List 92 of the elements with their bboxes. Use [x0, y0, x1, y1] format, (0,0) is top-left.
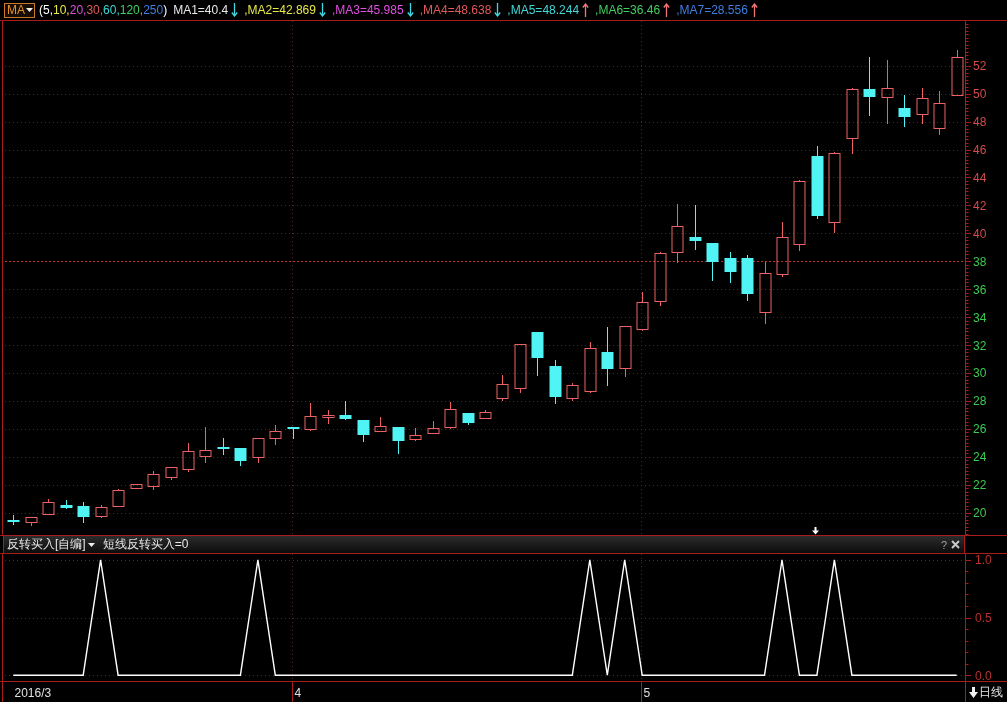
- ma-selector[interactable]: MA: [4, 2, 35, 18]
- candle: [374, 416, 387, 432]
- candle: [7, 514, 20, 526]
- candle: [741, 254, 754, 302]
- candle: [95, 504, 108, 519]
- candle: [112, 488, 125, 507]
- down-arrow-icon: [969, 686, 978, 698]
- candle: [427, 420, 440, 434]
- candle: [462, 412, 475, 426]
- axis-label: 52: [973, 59, 987, 74]
- candle: [846, 87, 859, 155]
- ma-value: ,MA5=48.244: [507, 3, 580, 17]
- candle: [147, 470, 160, 491]
- candle: [234, 447, 247, 467]
- date-label: 5: [643, 685, 651, 700]
- ma-value: ,MA4=48.638: [419, 3, 492, 17]
- candle: [881, 59, 894, 125]
- axis-label: 32: [973, 338, 987, 353]
- candle: [77, 501, 90, 524]
- candle: [60, 499, 73, 510]
- candle: [304, 402, 317, 432]
- candle: [933, 90, 946, 136]
- candle: [654, 251, 667, 307]
- axis-label: 48: [973, 115, 987, 130]
- date-label: 4: [294, 685, 302, 700]
- help-button[interactable]: ?: [940, 538, 947, 551]
- axis-label: 22: [973, 478, 987, 493]
- candle: [951, 49, 964, 96]
- ma-value: ,MA3=45.985: [331, 3, 404, 17]
- candle: [706, 242, 719, 282]
- axis-label: 50: [973, 87, 987, 102]
- candle: [724, 251, 737, 284]
- candle: [636, 291, 649, 332]
- axis-label: 44: [973, 170, 987, 185]
- candle: [322, 409, 335, 425]
- candle: [916, 87, 929, 125]
- candle: [863, 56, 876, 117]
- candle: [357, 419, 370, 443]
- down-arrow-icon: [812, 526, 819, 535]
- axis-label: 28: [973, 394, 987, 409]
- candle: [671, 203, 684, 264]
- candle: [392, 426, 405, 455]
- ma-value: MA1=40.4: [173, 3, 229, 17]
- candle: [601, 326, 614, 387]
- candle: [759, 261, 772, 325]
- candle: [165, 467, 178, 481]
- ma-value: ,MA7=28.556: [676, 3, 748, 17]
- candle: [252, 438, 265, 464]
- candle: [25, 517, 38, 527]
- candle: [619, 326, 632, 378]
- indicator-selector[interactable]: 反转买入[自编]: [7, 537, 95, 552]
- caret-icon: [87, 542, 95, 547]
- indicator-reading: 短线反转买入=0: [102, 536, 189, 553]
- candle: [549, 359, 562, 405]
- axis-label: 36: [973, 282, 987, 297]
- ma-periods: (5,10,20,30,60,120,250): [39, 3, 168, 17]
- axis-label: 20: [973, 506, 987, 521]
- axis-label: 0.0: [975, 668, 992, 681]
- candle: [479, 409, 492, 419]
- caret-icon: [26, 8, 33, 12]
- candle: [409, 427, 422, 442]
- close-icon[interactable]: [951, 540, 960, 549]
- candle: [566, 382, 579, 402]
- candle: [444, 401, 457, 430]
- candle: [269, 424, 282, 446]
- axis-label: 0.5: [975, 611, 992, 625]
- candle: [898, 94, 911, 128]
- axis-label: 38: [973, 254, 987, 269]
- candle: [199, 426, 212, 464]
- candle: [776, 221, 789, 278]
- candle: [496, 374, 509, 402]
- axis-label: 30: [973, 366, 987, 381]
- candle: [514, 344, 527, 394]
- ma-value: ,MA6=36.46: [595, 3, 661, 17]
- axis-label: 46: [973, 143, 987, 157]
- ma-value: ,MA2=42.869: [244, 3, 316, 17]
- candle: [217, 437, 230, 456]
- candle: [339, 400, 352, 421]
- candle: [584, 341, 597, 394]
- candle: [531, 331, 544, 377]
- candle: [689, 204, 702, 251]
- date-label: 2016/3: [14, 685, 52, 700]
- axis-label: 24: [973, 450, 987, 465]
- axis-label: 26: [973, 422, 987, 437]
- candle: [287, 426, 300, 440]
- axis-label: 42: [973, 198, 987, 213]
- axis-label: 1.0: [975, 554, 992, 568]
- candle: [130, 484, 143, 489]
- candle: [42, 498, 55, 515]
- candle: [182, 442, 195, 473]
- axis-label: 40: [973, 226, 987, 241]
- axis-label: 34: [973, 310, 987, 325]
